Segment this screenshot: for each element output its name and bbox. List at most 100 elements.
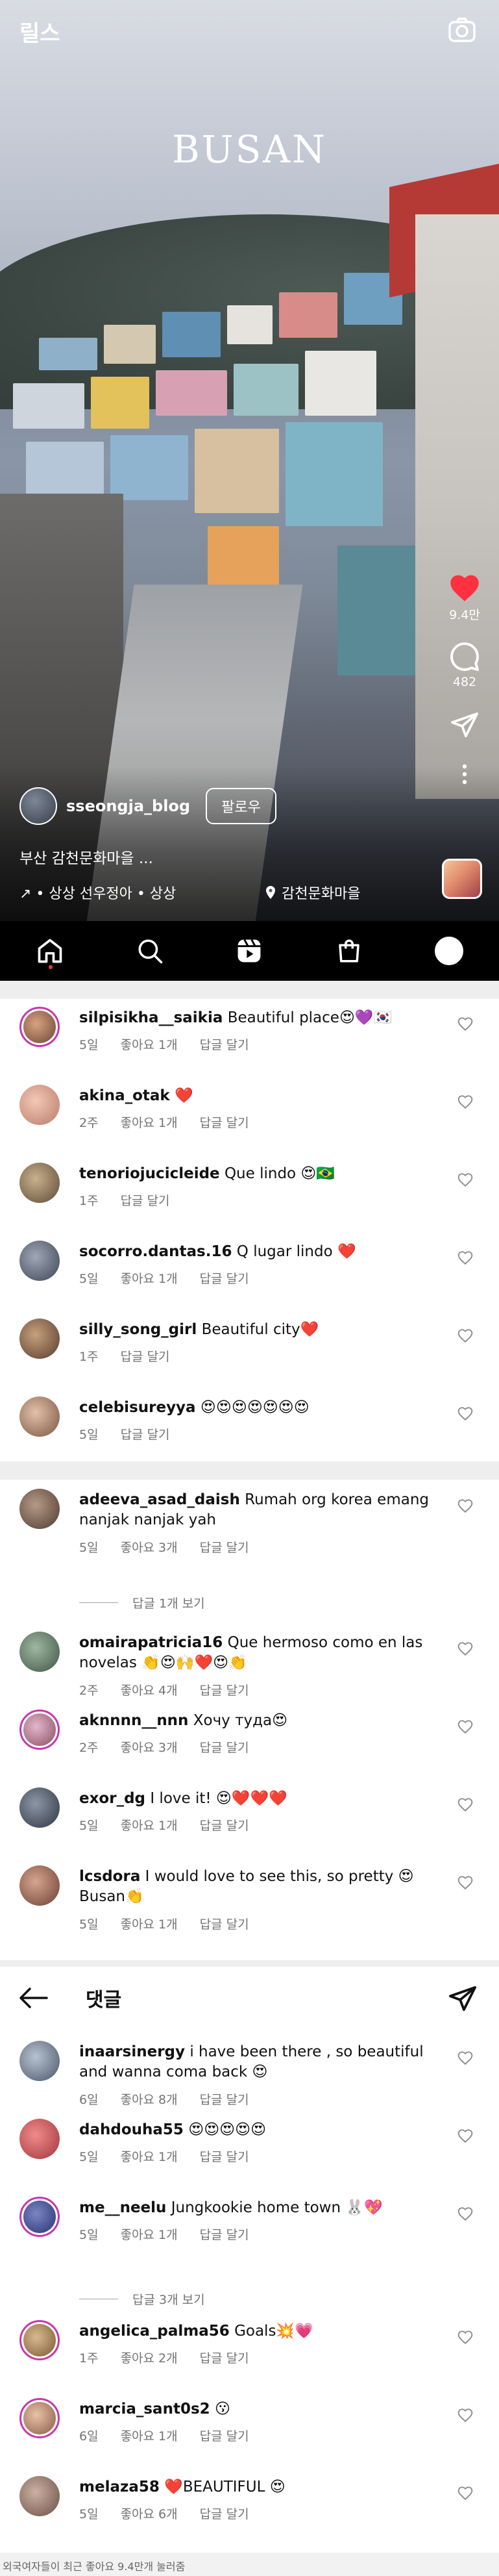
reply-button[interactable]: 답글 달기 (200, 2349, 249, 2366)
reply-button[interactable]: 답글 달기 (200, 1538, 249, 1556)
author-name[interactable]: sseongja_blog (66, 797, 190, 815)
commenter-avatar[interactable] (19, 1787, 60, 1828)
comment-username[interactable]: socorro.dantas.16 (79, 1243, 232, 1260)
comment-like-button[interactable] (457, 1094, 475, 1111)
comment-likes[interactable]: 좋아요 3개 (121, 1538, 178, 1556)
view-replies-button[interactable]: 답글 3개 보기 (79, 2290, 205, 2308)
like-button[interactable]: 9.4만 (439, 572, 491, 623)
audio-info[interactable]: ↗ • 상상 선우정아 • 상상 (19, 882, 176, 903)
comment-username[interactable]: celebisureyya (79, 1399, 196, 1416)
comment-likes[interactable]: 좋아요 1개 (121, 1816, 178, 1834)
comment-like-button[interactable] (457, 1875, 475, 1891)
commenter-avatar[interactable] (19, 1319, 60, 1359)
view-replies-button[interactable]: 답글 1개 보기 (79, 1594, 205, 1611)
reply-button[interactable]: 답글 달기 (200, 2427, 249, 2444)
comment-username[interactable]: aknnnn__nnn (79, 1712, 188, 1729)
reply-button[interactable]: 답글 달기 (200, 1681, 249, 1698)
comment-likes[interactable]: 좋아요 1개 (121, 1915, 178, 1932)
comment-like-button[interactable] (457, 1406, 475, 1422)
commenter-avatar[interactable] (19, 2476, 60, 2516)
audio-thumbnail[interactable] (442, 859, 482, 899)
comment-like-button[interactable] (457, 1797, 475, 1813)
comment-like-button[interactable] (457, 2050, 475, 2067)
comment-username[interactable]: melaza58 (79, 2479, 160, 2495)
comment-button[interactable]: 482 (439, 641, 491, 689)
comment-username[interactable]: silly_song_girl (79, 1321, 197, 1338)
commenter-avatar[interactable] (19, 1241, 60, 1281)
commenter-avatar[interactable] (19, 1710, 60, 1750)
commenter-avatar[interactable] (19, 1865, 60, 1906)
comment-like-button[interactable] (457, 1328, 475, 1345)
commenter-avatar[interactable] (19, 2197, 60, 2237)
comment-like-button[interactable] (457, 1719, 475, 1736)
comment-like-button[interactable] (457, 2128, 475, 2145)
reply-button[interactable]: 답글 달기 (200, 1816, 249, 1834)
commenter-avatar[interactable] (19, 1396, 60, 1437)
comment-username[interactable]: marcia_sant0s2 (79, 2401, 210, 2418)
reel-video[interactable]: 릴스 BUSAN 9.4만 482 sseongja_blog 팔로우 부산 감… (0, 0, 499, 921)
reply-button[interactable]: 답글 달기 (121, 1425, 170, 1443)
comment-username[interactable]: akina_otak (79, 1087, 170, 1104)
nav-search[interactable] (130, 931, 169, 970)
comment-like-button[interactable] (457, 2407, 475, 2424)
nav-home[interactable] (30, 931, 69, 970)
commenter-avatar[interactable] (19, 1007, 60, 1047)
reply-button[interactable]: 답글 달기 (200, 2090, 249, 2108)
comment-like-button[interactable] (457, 2485, 475, 2502)
comment-username[interactable]: tenoriojucicleide (79, 1165, 220, 1182)
comment-like-button[interactable] (457, 2206, 475, 2223)
comment-username[interactable]: omairapatricia16 (79, 1634, 223, 1651)
follow-button[interactable]: 팔로우 (206, 788, 276, 824)
comment-likes[interactable]: 좋아요 1개 (121, 2147, 178, 2165)
reply-button[interactable]: 답글 달기 (200, 1738, 249, 1756)
comment-username[interactable]: dahdouha55 (79, 2121, 184, 2138)
nav-reels[interactable] (230, 931, 269, 970)
comment-likes[interactable]: 좋아요 1개 (121, 1113, 178, 1131)
camera-icon[interactable] (448, 17, 476, 43)
comment-likes[interactable]: 좋아요 8개 (121, 2090, 178, 2108)
commenter-avatar[interactable] (19, 1632, 60, 1672)
share-button[interactable] (439, 711, 491, 739)
comment-like-button[interactable] (457, 1250, 475, 1267)
reply-button[interactable]: 답글 달기 (121, 1347, 170, 1365)
comment-likes[interactable]: 좋아요 1개 (121, 2225, 178, 2243)
location-tag[interactable]: 감천문화마을 (265, 882, 360, 903)
reply-button[interactable]: 답글 달기 (200, 1113, 249, 1131)
caption[interactable]: 부산 감천문화마을 ... (19, 846, 153, 868)
commenter-avatar[interactable] (19, 1085, 60, 1125)
author-avatar[interactable] (19, 787, 57, 825)
comment-likes[interactable]: 좋아요 2개 (121, 2349, 178, 2366)
reply-button[interactable]: 답글 달기 (200, 1269, 249, 1287)
comment-likes[interactable]: 좋아요 6개 (121, 2505, 178, 2522)
comment-username[interactable]: adeeva_asad_daish (79, 1491, 240, 1508)
share-comments-button[interactable] (448, 1985, 478, 2015)
commenter-avatar[interactable] (19, 1489, 60, 1529)
reply-button[interactable]: 답글 달기 (200, 1035, 249, 1053)
comment-like-button[interactable] (457, 1498, 475, 1515)
comment-username[interactable]: exor_dg (79, 1790, 145, 1807)
more-options-button[interactable] (439, 763, 491, 785)
comment-like-button[interactable] (457, 1641, 475, 1658)
commenter-avatar[interactable] (19, 2041, 60, 2081)
comment-likes[interactable]: 좋아요 3개 (121, 1738, 178, 1756)
reply-button[interactable]: 답글 달기 (200, 1915, 249, 1932)
comment-likes[interactable]: 좋아요 4개 (121, 1681, 178, 1698)
comment-likes[interactable]: 좋아요 1개 (121, 1035, 178, 1053)
commenter-avatar[interactable] (19, 2320, 60, 2360)
comment-username[interactable]: inaarsinergy (79, 2043, 185, 2060)
commenter-avatar[interactable] (19, 2398, 60, 2438)
commenter-avatar[interactable] (19, 2119, 60, 2159)
comment-like-button[interactable] (457, 1172, 475, 1189)
back-button[interactable] (18, 1986, 48, 2012)
commenter-avatar[interactable] (19, 1163, 60, 1203)
comment-likes[interactable]: 좋아요 1개 (121, 2427, 178, 2444)
reply-button[interactable]: 답글 달기 (200, 2147, 249, 2165)
comment-like-button[interactable] (457, 1016, 475, 1033)
reply-button[interactable]: 답글 달기 (200, 2225, 249, 2243)
reply-button[interactable]: 답글 달기 (200, 2505, 249, 2522)
comment-likes[interactable]: 좋아요 1개 (121, 1269, 178, 1287)
nav-profile[interactable] (430, 931, 469, 970)
comment-username[interactable]: angelica_palma56 (79, 2323, 230, 2340)
comment-username[interactable]: lcsdora (79, 1868, 140, 1885)
comment-like-button[interactable] (457, 2329, 475, 2346)
